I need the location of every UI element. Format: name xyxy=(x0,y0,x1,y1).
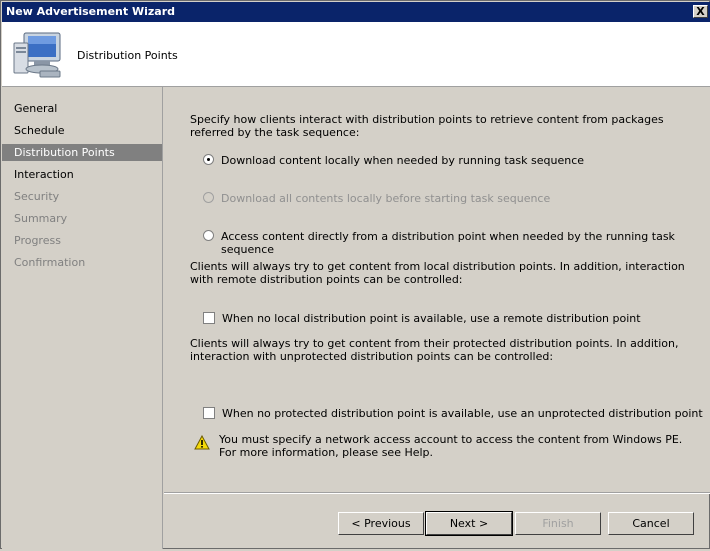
radio-download-when-needed-label[interactable]: Download content locally when needed by … xyxy=(221,154,584,167)
radio-download-all-before-label: Download all contents locally before sta… xyxy=(221,192,551,205)
sidebar-item-summary: Summary xyxy=(14,212,68,225)
sidebar-item-progress: Progress xyxy=(14,234,61,247)
window-title: New Advertisement Wizard xyxy=(6,5,176,18)
wizard-window: New Advertisement Wizard X Distribution … xyxy=(0,0,710,549)
unprotected-dp-checkbox[interactable] xyxy=(203,407,215,419)
previous-button[interactable]: < Previous xyxy=(338,512,424,535)
sidebar-item-general[interactable]: General xyxy=(2,100,162,117)
intro-text: Specify how clients interact with distri… xyxy=(190,113,664,139)
finish-button: Finish xyxy=(515,512,601,535)
wizard-content: Specify how clients interact with distri… xyxy=(164,87,710,493)
radio-access-directly-label[interactable]: Access content directly from a distribut… xyxy=(221,230,710,256)
wizard-footer: < Previous Next > Finish Cancel xyxy=(164,493,710,550)
cancel-button[interactable]: Cancel xyxy=(608,512,694,535)
radio-access-directly[interactable] xyxy=(203,230,214,241)
protected-description: Clients will always try to get content f… xyxy=(190,337,679,363)
radio-download-all-before xyxy=(203,192,214,203)
close-button[interactable]: X xyxy=(693,5,708,18)
title-bar[interactable]: New Advertisement Wizard X xyxy=(2,2,710,22)
computer-icon xyxy=(13,32,61,78)
remote-description: Clients will always try to get content f… xyxy=(190,260,685,286)
wizard-header: Distribution Points xyxy=(2,22,710,87)
warning-text: You must specify a network access accoun… xyxy=(219,433,683,459)
unprotected-dp-checkbox-label[interactable]: When no protected distribution point is … xyxy=(222,407,703,420)
page-title: Distribution Points xyxy=(77,49,178,62)
sidebar-item-security: Security xyxy=(14,190,60,203)
sidebar-item-schedule[interactable]: Schedule xyxy=(2,122,162,139)
next-button[interactable]: Next > xyxy=(425,511,513,536)
sidebar-item-distribution-points[interactable]: Distribution Points xyxy=(2,144,162,161)
wizard-sidebar: General Schedule Distribution Points Int… xyxy=(2,87,163,549)
warning-icon xyxy=(194,435,210,450)
remote-dp-checkbox[interactable] xyxy=(203,312,215,324)
sidebar-item-confirmation: Confirmation xyxy=(14,256,86,269)
sidebar-item-interaction[interactable]: Interaction xyxy=(2,166,162,183)
radio-download-when-needed[interactable] xyxy=(203,154,214,165)
remote-dp-checkbox-label[interactable]: When no local distribution point is avai… xyxy=(222,312,641,325)
